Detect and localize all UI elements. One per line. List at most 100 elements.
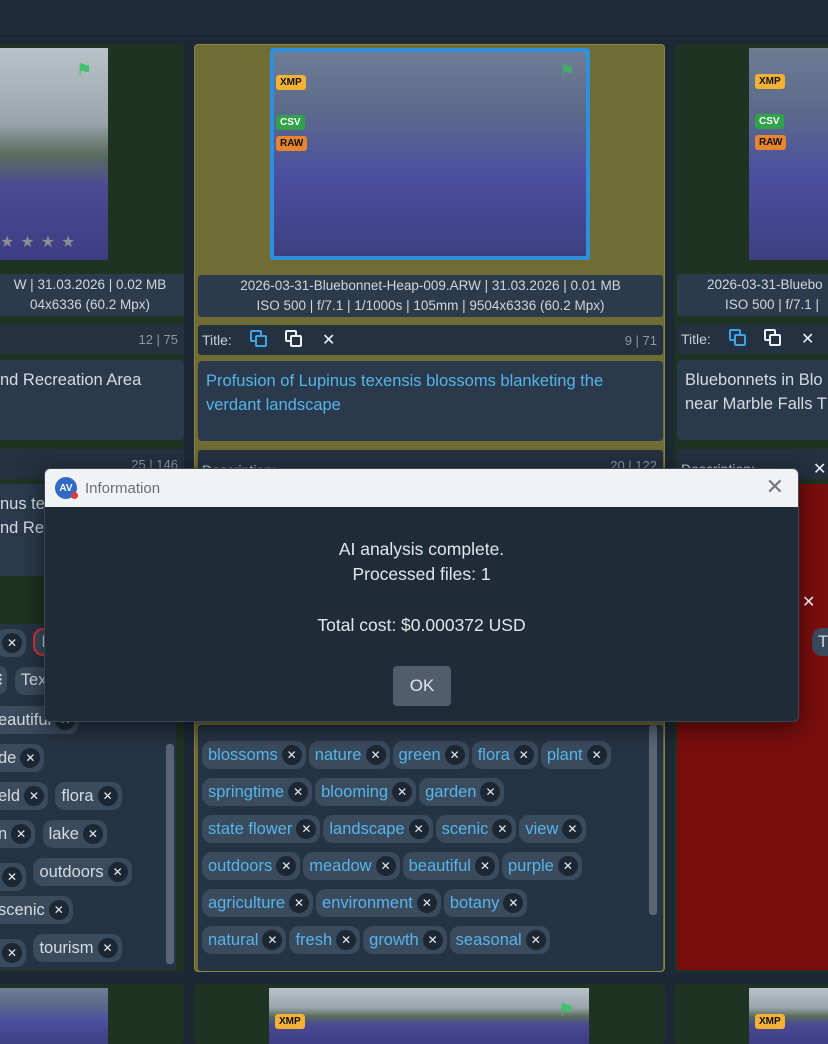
title-textarea[interactable]: Bluebonnets in Blo near Marble Falls T	[677, 360, 828, 440]
remove-tag-icon[interactable]: ✕	[2, 632, 22, 653]
keyword-tag[interactable]: n ✕	[0, 820, 36, 848]
title-textarea[interactable]: Profusion of Lupinus texensis blossoms b…	[198, 361, 663, 441]
remove-tag-icon[interactable]: ✕	[365, 745, 386, 765]
keyword-tag[interactable]: outdoors ✕	[33, 858, 132, 886]
close-icon[interactable]: ✕	[766, 476, 784, 498]
keyword-tag[interactable]: tourism ✕	[33, 934, 122, 962]
keyword-tag[interactable]: blossoms ✕	[202, 741, 306, 769]
remove-tag-icon[interactable]: ✕	[20, 748, 41, 768]
bottom-right-card[interactable]: XMP	[674, 984, 828, 1044]
keyword-tag[interactable]: beautiful ✕	[402, 852, 499, 880]
title-textarea[interactable]: nd Recreation Area	[0, 360, 184, 440]
keyword-tag[interactable]: ⁝	[0, 666, 8, 694]
flag-icon[interactable]: ⚑	[558, 1000, 574, 1021]
remove-tag-icon[interactable]: ✕	[2, 866, 22, 887]
remove-tag-icon[interactable]: ✕	[107, 862, 128, 882]
remove-tag-icon[interactable]: ✕	[48, 900, 69, 920]
keyword-label: flora	[61, 786, 94, 805]
clear-icon[interactable]: ✕	[813, 459, 826, 479]
keyword-tag[interactable]: seasonal ✕	[449, 926, 550, 954]
flag-icon[interactable]: ⚑	[559, 61, 575, 82]
keyword-tag[interactable]: blooming ✕	[315, 778, 417, 806]
keywords-scrollbar[interactable]	[166, 744, 174, 964]
keyword-tag[interactable]: state flower ✕	[202, 815, 321, 843]
remove-tag-icon[interactable]: ✕	[562, 819, 583, 839]
keyword-tag[interactable]: landscape ✕	[323, 815, 433, 843]
remove-tag-icon[interactable]: ✕	[262, 930, 283, 950]
keyword-tag[interactable]: scenic ✕	[435, 815, 517, 843]
remove-tag-icon[interactable]: ✕	[480, 782, 501, 802]
keyword-tag[interactable]: ✕	[0, 628, 26, 657]
remove-tag-icon[interactable]: ✕	[392, 782, 413, 802]
rating-stars[interactable]: ★ ★ ★ ★	[0, 232, 81, 252]
photo-thumbnail[interactable]	[0, 988, 108, 1044]
keyword-tag[interactable]: T	[812, 628, 828, 656]
remove-tag-icon[interactable]: ✕	[2, 942, 22, 963]
remove-tag-icon[interactable]: ✕	[503, 893, 524, 913]
copy-icon[interactable]	[729, 329, 749, 349]
keyword-tag[interactable]: plant ✕	[540, 741, 611, 769]
bottom-left-card[interactable]	[0, 984, 184, 1044]
keyword-tag[interactable]: outdoors ✕	[202, 852, 301, 880]
keyword-tag[interactable]: botany ✕	[443, 889, 528, 917]
keyword-tag[interactable]: purple ✕	[501, 852, 582, 880]
remove-tag-icon[interactable]: ✕	[375, 856, 396, 876]
copy-all-icon[interactable]	[764, 329, 784, 349]
keyword-tag[interactable]: de ✕	[0, 744, 45, 772]
remove-tag-icon[interactable]: ✕	[11, 824, 32, 844]
keyword-tag[interactable]: growth ✕	[363, 926, 447, 954]
clear-icon[interactable]: ✕	[801, 329, 814, 349]
remove-tag-icon[interactable]: ✕	[474, 856, 495, 876]
keyword-tag[interactable]: garden ✕	[419, 778, 505, 806]
remove-tag-icon[interactable]: ✕	[492, 819, 513, 839]
ok-button[interactable]: OK	[393, 666, 451, 706]
remove-tag-icon[interactable]: ✕	[97, 938, 118, 958]
keyword-tag[interactable]: view ✕	[519, 815, 587, 843]
keyword-tag[interactable]: environment ✕	[316, 889, 441, 917]
keyword-tag[interactable]: natural ✕	[202, 926, 287, 954]
keyword-tag[interactable]: ✕	[0, 938, 26, 967]
photo-thumbnail[interactable]	[269, 988, 589, 1044]
keywords-scrollbar[interactable]	[649, 725, 657, 915]
remove-tag-icon[interactable]: ✕	[276, 856, 297, 876]
remove-tag-icon[interactable]: ✕	[422, 930, 443, 950]
dialog-title-bar[interactable]: AV Information ✕	[45, 469, 798, 507]
keywords-area[interactable]: blossoms ✕ nature ✕ green ✕ flora ✕ plant ✕ spring…	[198, 725, 663, 971]
keyword-tag[interactable]: meadow ✕	[303, 852, 400, 880]
remove-tag-icon[interactable]: ✕	[288, 782, 309, 802]
copy-all-icon[interactable]	[285, 330, 305, 350]
keyword-tag[interactable]: nature ✕	[308, 741, 390, 769]
remove-tag-icon[interactable]: ✕	[336, 930, 357, 950]
remove-tag-icon[interactable]: ✕	[289, 893, 310, 913]
flag-icon[interactable]: ⚑	[76, 60, 92, 81]
remove-tag-icon[interactable]: ✕	[557, 856, 578, 876]
remove-tag-icon[interactable]: ✕	[82, 824, 103, 844]
keyword-tag[interactable]: flora ✕	[471, 741, 538, 769]
description-clear-button[interactable]: ✕	[802, 592, 815, 612]
remove-tag-icon[interactable]: ✕	[24, 786, 45, 806]
remove-tag-icon[interactable]: ✕	[525, 930, 546, 950]
remove-tag-icon[interactable]: ✕	[281, 745, 302, 765]
keyword-tag[interactable]: flora ✕	[55, 782, 122, 810]
remove-tag-icon[interactable]: ✕	[416, 893, 437, 913]
remove-tag-icon[interactable]: ✕	[408, 819, 429, 839]
remove-tag-icon[interactable]: ✕	[586, 745, 607, 765]
keyword-tag[interactable]: agriculture ✕	[202, 889, 314, 917]
title-text-line2: near Marble Falls T	[685, 395, 827, 413]
keyword-tag[interactable]: scenic ✕	[0, 896, 73, 924]
center-photo-thumbnail[interactable]	[270, 48, 590, 260]
title-header: 12 | 75	[0, 324, 184, 354]
remove-tag-icon[interactable]: ✕	[444, 745, 465, 765]
remove-tag-icon[interactable]: ✕	[296, 819, 317, 839]
remove-tag-icon[interactable]: ✕	[97, 786, 118, 806]
keyword-tag[interactable]: springtime ✕	[202, 778, 313, 806]
keyword-tag[interactable]: eld ✕	[0, 782, 49, 810]
copy-icon[interactable]	[250, 330, 270, 350]
keyword-tag[interactable]: fresh ✕	[289, 926, 361, 954]
keyword-tag[interactable]: green ✕	[392, 741, 469, 769]
keyword-tag[interactable]: ✕	[0, 862, 26, 891]
keyword-tag[interactable]: lake ✕	[42, 820, 107, 848]
clear-icon[interactable]: ✕	[322, 330, 335, 350]
remove-tag-icon[interactable]: ✕	[513, 745, 534, 765]
bottom-center-card[interactable]: XMP ⚑	[194, 984, 665, 1044]
